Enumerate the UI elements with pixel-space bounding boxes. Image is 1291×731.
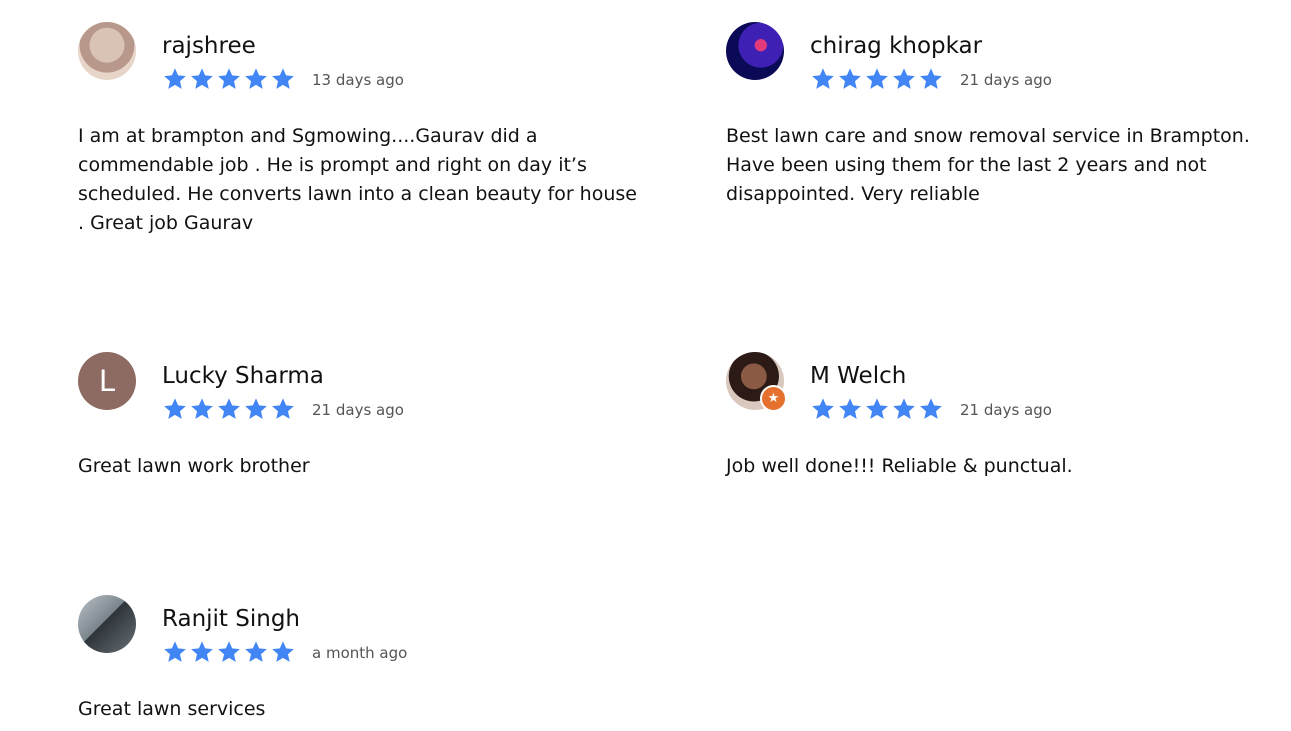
star-icon (164, 641, 186, 662)
avatar[interactable]: L (78, 352, 136, 410)
review-card: ★ M Welch 21 days ago Job well done!!! R… (726, 352, 1266, 492)
rating-stars (162, 66, 296, 92)
review-text: Job well done!!! Reliable & punctual. (726, 455, 1073, 477)
star-icon (164, 68, 186, 89)
star-icon (191, 68, 213, 89)
star-icon (191, 641, 213, 662)
star-icon (245, 398, 267, 419)
star-icon (191, 398, 213, 419)
review-date: 21 days ago (312, 401, 404, 419)
star-icon (164, 398, 186, 419)
review-card: rajshree 13 days ago I am at brampton an… (78, 22, 648, 262)
review-text: Best lawn care and snow removal service … (726, 125, 1250, 205)
rating-stars (162, 396, 296, 422)
star-icon (893, 68, 915, 89)
rating-stars (162, 639, 296, 665)
star-icon (839, 68, 861, 89)
review-date: a month ago (312, 644, 408, 662)
star-icon (893, 398, 915, 419)
star-icon (272, 398, 294, 419)
avatar[interactable] (78, 595, 136, 653)
star-icon (272, 68, 294, 89)
star-icon (866, 398, 888, 419)
reviewer-name[interactable]: Lucky Sharma (162, 362, 324, 390)
star-icon (218, 641, 240, 662)
star-icon (245, 68, 267, 89)
review-card: chirag khopkar 21 days ago Best lawn car… (726, 22, 1266, 222)
reviewer-name[interactable]: chirag khopkar (810, 32, 982, 60)
star-icon (920, 68, 942, 89)
review-card: Ranjit Singh a month ago Great lawn serv… (78, 595, 648, 729)
review-date: 21 days ago (960, 401, 1052, 419)
star-icon (218, 398, 240, 419)
review-date: 21 days ago (960, 71, 1052, 89)
reviewer-name[interactable]: rajshree (162, 32, 256, 60)
star-icon (920, 398, 942, 419)
star-icon (866, 68, 888, 89)
star-icon (812, 398, 834, 419)
rating-stars (810, 396, 944, 422)
star-icon (272, 641, 294, 662)
rating-stars (810, 66, 944, 92)
review-text: Great lawn services (78, 698, 266, 720)
star-icon (245, 641, 267, 662)
reviews-page: { "reviews": [ { "name": "rajshree", "da… (0, 0, 1291, 731)
star-icon (812, 68, 834, 89)
avatar[interactable] (726, 22, 784, 80)
avatar[interactable] (78, 22, 136, 80)
review-text: Great lawn work brother (78, 455, 310, 477)
star-icon (218, 68, 240, 89)
review-text: I am at brampton and Sgmowing....Gaurav … (78, 125, 637, 234)
review-date: 13 days ago (312, 71, 404, 89)
reviewer-name[interactable]: Ranjit Singh (162, 605, 300, 633)
local-guide-icon: ★ (760, 385, 787, 412)
reviewer-name[interactable]: M Welch (810, 362, 906, 390)
star-icon (839, 398, 861, 419)
review-card: L Lucky Sharma 21 days ago Great lawn wo… (78, 352, 648, 492)
